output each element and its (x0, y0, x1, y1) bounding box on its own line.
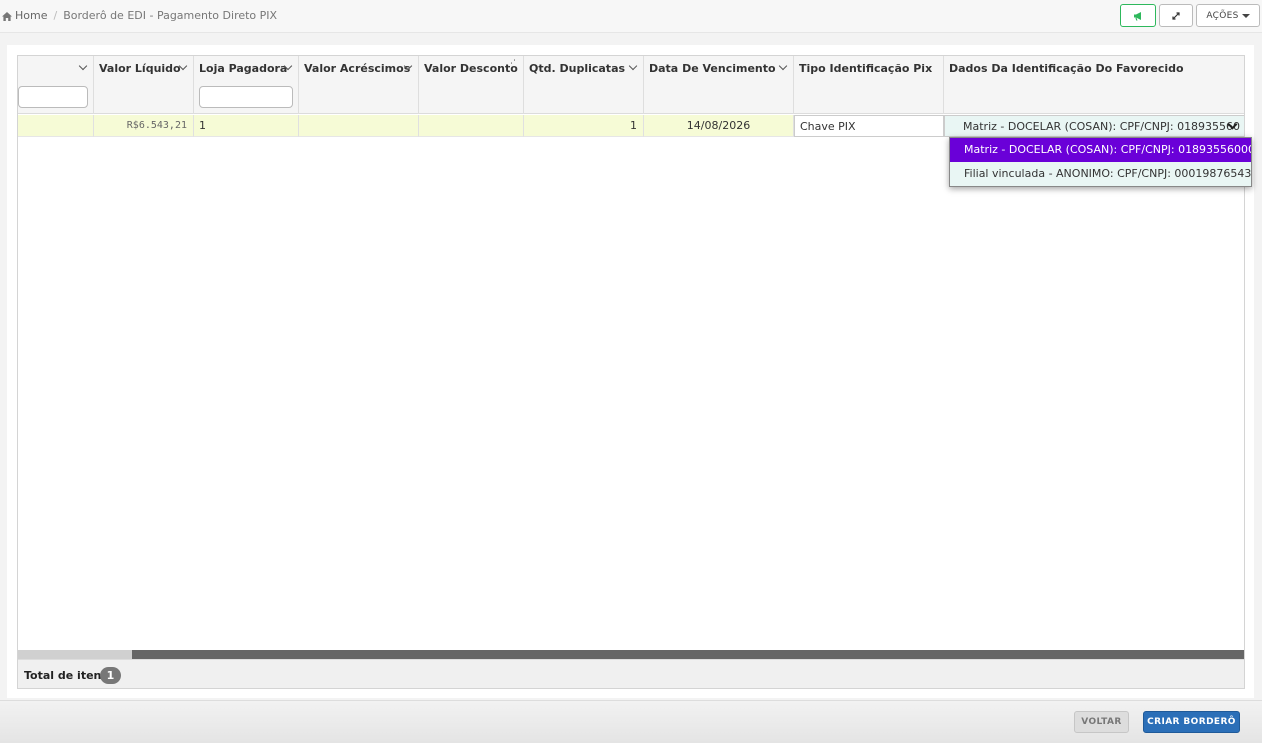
column-label: Loja Pagadora (199, 62, 288, 75)
column-header-loja-pagadora[interactable]: Loja Pagadora (194, 56, 299, 114)
dados-favorecido-select[interactable]: Matriz - DOCELAR (COSAN): CPF/CNPJ: 0189… (944, 115, 1244, 137)
cell-valor-liquido[interactable]: R$6.543,21 (94, 115, 194, 137)
filter-input[interactable] (18, 86, 88, 108)
column-label: Valor Desconto (424, 62, 518, 75)
breadcrumb-home-link[interactable]: Home (15, 9, 47, 22)
chevron-down-icon[interactable] (78, 61, 88, 71)
scrollbar-thumb[interactable] (18, 650, 132, 659)
grid-footer: Total de itens: 1 (18, 659, 1244, 688)
total-count-badge: 1 (100, 667, 121, 684)
horizontal-scrollbar[interactable] (18, 650, 1244, 659)
dropdown-option[interactable]: Matriz - DOCELAR (COSAN): CPF/CNPJ: 0189… (950, 138, 1251, 162)
chevron-down-icon[interactable] (628, 61, 638, 71)
filter-input[interactable] (199, 86, 293, 108)
column-header-dados-favorecido[interactable]: Dados Da Identificação Do Favorecido (944, 56, 1244, 114)
expand-icon (1172, 11, 1180, 20)
breadcrumb: Home / Borderô de EDI - Pagamento Direto… (2, 9, 277, 22)
grid-header: Valor Líquido Loja Pagadora Valor Acrésc… (18, 56, 1244, 114)
bottom-action-bar: VOLTAR CRIAR BORDERÔ (0, 700, 1262, 743)
sort-icon[interactable] (507, 59, 516, 71)
cell-qtd-duplicatas[interactable]: 1 (524, 115, 644, 137)
column-header-valor-desconto[interactable]: Valor Desconto (419, 56, 524, 114)
cell-col0[interactable] (18, 115, 94, 137)
column-label: Qtd. Duplicatas (529, 62, 626, 75)
cell-valor-desconto[interactable] (419, 115, 524, 137)
announce-button[interactable] (1120, 4, 1156, 27)
column-label: Valor Acréscimos (304, 62, 411, 75)
breadcrumb-current: Borderô de EDI - Pagamento Direto PIX (63, 9, 278, 22)
select-value: Matriz - DOCELAR (COSAN): CPF/CNPJ: 0189… (963, 120, 1241, 133)
toolbar-buttons: AÇÕES (1120, 4, 1260, 27)
column-label: Data De Vencimento (649, 62, 776, 75)
cell-valor-acrescimos[interactable] (299, 115, 419, 137)
top-bar: Home / Borderô de EDI - Pagamento Direto… (0, 0, 1262, 33)
column-label: Tipo Identificação Pix (799, 62, 933, 75)
home-icon[interactable] (2, 11, 12, 21)
caret-down-icon (1241, 13, 1250, 18)
column-header-data-vencimento[interactable]: Data De Vencimento (644, 56, 794, 114)
back-button[interactable]: VOLTAR (1074, 711, 1129, 733)
cell-data-vencimento[interactable]: 14/08/2026 (644, 115, 794, 137)
dropdown-option[interactable]: Filial vinculada - ANONIMO: CPF/CNPJ: 00… (950, 162, 1251, 186)
actions-dropdown-button[interactable]: AÇÕES (1196, 4, 1260, 27)
breadcrumb-separator: / (53, 9, 58, 22)
column-header-valor-acrescimos[interactable]: Valor Acréscimos (299, 56, 419, 114)
column-label: Dados Da Identificação Do Favorecido (949, 62, 1184, 75)
column-label: Valor Líquido (99, 62, 181, 75)
megaphone-icon (1133, 11, 1141, 20)
cell-loja-pagadora[interactable]: 1 (194, 115, 299, 137)
create-bordero-button[interactable]: CRIAR BORDERÔ (1143, 711, 1240, 733)
chevron-down-icon[interactable] (778, 61, 788, 71)
table-row[interactable]: R$6.543,21 1 1 14/08/2026 Chave PIX Matr… (18, 115, 1244, 137)
column-header-0[interactable] (18, 56, 94, 114)
expand-button[interactable] (1159, 4, 1193, 27)
tipo-identificacao-input[interactable]: Chave PIX (794, 115, 944, 137)
column-header-valor-liquido[interactable]: Valor Líquido (94, 56, 194, 114)
actions-label: AÇÕES (1206, 10, 1239, 21)
column-header-tipo-identificacao[interactable]: Tipo Identificação Pix (794, 56, 944, 114)
favorecido-dropdown-list: Matriz - DOCELAR (COSAN): CPF/CNPJ: 0189… (949, 137, 1252, 187)
column-header-qtd-duplicatas[interactable]: Qtd. Duplicatas (524, 56, 644, 114)
